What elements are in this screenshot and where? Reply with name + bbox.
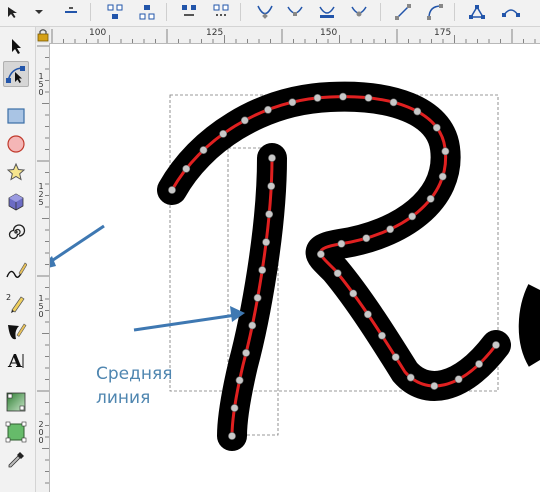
path-node[interactable] — [235, 376, 244, 385]
path-node[interactable] — [168, 186, 176, 194]
node-symmetric-icon[interactable] — [316, 2, 338, 22]
star-tool-icon[interactable] — [3, 159, 29, 185]
lock-icon[interactable] — [36, 27, 50, 43]
ruler-label-100: 100 — [89, 28, 107, 38]
path-node[interactable] — [441, 147, 450, 156]
rectangle-tool-icon[interactable] — [3, 103, 29, 129]
svg-text:2: 2 — [6, 293, 11, 302]
ruler-corner — [36, 27, 50, 43]
join-segment-icon[interactable] — [178, 2, 200, 22]
path-node[interactable] — [333, 269, 342, 278]
vertical-ruler: 1 5 0 1 2 5 1 5 0 1 2 5 2 0 0 — [36, 43, 50, 492]
calligraphy-tool-icon[interactable] — [3, 319, 29, 345]
pen-tool-icon[interactable]: 2 — [3, 289, 29, 315]
stroke-to-path-icon[interactable] — [500, 2, 522, 22]
segment-line-icon[interactable] — [392, 2, 414, 22]
delete-segment-icon[interactable] — [210, 2, 232, 22]
path-node[interactable] — [492, 341, 500, 349]
centerline-caption: Средняя линия — [96, 362, 172, 410]
path-node[interactable] — [391, 353, 400, 362]
path-node[interactable] — [265, 210, 274, 219]
dropper-tool-icon[interactable] — [3, 447, 29, 473]
path-node[interactable] — [253, 293, 262, 302]
ruler-label-v: 0 — [38, 436, 44, 445]
path-node[interactable] — [408, 212, 417, 221]
path-node[interactable] — [228, 432, 236, 440]
path-node[interactable] — [339, 92, 347, 101]
ruler-label-175: 175 — [434, 28, 452, 38]
path-node[interactable] — [248, 321, 257, 330]
ruler-label-v: 0 — [38, 88, 44, 97]
caption-line-2: линия — [96, 388, 151, 408]
canvas-artwork — [50, 81, 540, 451]
horizontal-ruler: 100 125 150 175 — [50, 27, 540, 44]
ellipse-tool-icon[interactable] — [3, 131, 29, 157]
node-smooth-icon[interactable] — [284, 2, 306, 22]
path-node[interactable] — [230, 404, 239, 412]
path-node[interactable] — [413, 107, 422, 116]
path-node[interactable] — [378, 331, 386, 340]
node-auto-icon[interactable] — [348, 2, 370, 22]
segment-curve-icon[interactable] — [424, 2, 446, 22]
path-node[interactable] — [426, 194, 435, 203]
path-node[interactable] — [242, 349, 250, 357]
text-tool-icon[interactable]: A — [3, 347, 29, 373]
path-node[interactable] — [362, 234, 371, 243]
path-node[interactable] — [349, 289, 358, 298]
node-tool-icon[interactable] — [3, 61, 29, 87]
pencil-tool-icon[interactable] — [3, 259, 29, 285]
join-nodes-icon[interactable] — [104, 2, 126, 22]
caption-line-1: Средняя — [96, 364, 173, 384]
ruler-label-v: 5 — [38, 198, 44, 207]
path-node[interactable] — [363, 310, 372, 319]
path-node[interactable] — [240, 116, 249, 125]
path-node[interactable] — [264, 105, 272, 114]
path-node[interactable] — [313, 94, 322, 102]
ruler-label-v: 0 — [38, 310, 44, 319]
arrow-cursor-icon[interactable] — [2, 2, 24, 22]
drawing-canvas[interactable]: Средняя линия — [50, 44, 540, 492]
path-node[interactable] — [182, 164, 191, 173]
path-node[interactable] — [430, 382, 439, 390]
path-node[interactable] — [262, 238, 271, 247]
path-node[interactable] — [454, 375, 463, 384]
path-node[interactable] — [337, 239, 346, 248]
path-node[interactable] — [316, 250, 325, 259]
break-path-icon[interactable] — [136, 2, 158, 22]
path-node[interactable] — [389, 98, 398, 107]
selector-tool-icon[interactable] — [3, 33, 29, 59]
gradient-tool-icon[interactable] — [3, 389, 29, 415]
path-node[interactable] — [219, 129, 228, 138]
path-node[interactable] — [267, 182, 276, 191]
3d-box-tool-icon[interactable] — [3, 189, 29, 215]
dropdown-arrow-icon[interactable] — [28, 2, 50, 22]
svg-text:A: A — [7, 351, 23, 371]
path-node[interactable] — [406, 373, 415, 382]
toolbox: 2 A — [0, 27, 36, 492]
path-node[interactable] — [199, 146, 208, 154]
path-node[interactable] — [386, 225, 395, 234]
mesh-tool-icon[interactable] — [3, 419, 29, 445]
node-tool-controls-bar — [0, 0, 540, 27]
path-node[interactable] — [258, 266, 267, 274]
path-node[interactable] — [364, 93, 373, 102]
path-node[interactable] — [475, 360, 483, 368]
path-node[interactable] — [438, 172, 447, 181]
letter-bowl-stroke — [157, 81, 511, 401]
ruler-label-125: 125 — [206, 28, 224, 38]
annotation-arrow-tool — [50, 224, 105, 268]
object-to-path-icon[interactable] — [466, 2, 488, 22]
delete-node-icon[interactable] — [60, 2, 82, 22]
spiral-tool-icon[interactable] — [3, 219, 29, 245]
ruler-label-150: 150 — [320, 28, 338, 38]
next-letter-edge-stroke — [518, 284, 540, 367]
path-node[interactable] — [268, 154, 276, 162]
path-node[interactable] — [432, 123, 441, 132]
node-cusp-icon[interactable] — [254, 2, 276, 22]
path-node[interactable] — [288, 98, 297, 107]
